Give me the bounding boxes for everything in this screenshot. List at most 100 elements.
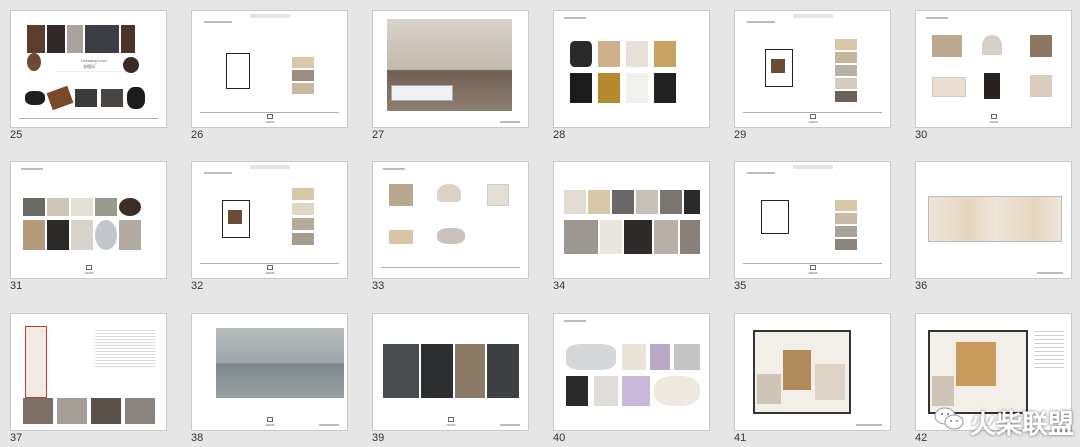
slide-thumbnail-41[interactable] [734,313,891,431]
decor-image [680,220,700,254]
material-swatch [292,70,314,81]
slide-thumbnail-30[interactable]: HACO [915,10,1072,128]
watermark-text: 火柴联盟 [969,410,1074,440]
decor-image [564,220,598,254]
thumbnail-number: 27 [372,129,385,141]
slide-thumbnail-29[interactable]: HACO [734,10,891,128]
footer-rule [743,263,882,264]
slide-thumbnail-34[interactable] [553,161,710,279]
thumbnail-number: 38 [191,432,204,444]
thumbnail-number: 30 [915,129,928,141]
bed-symbol [771,59,785,73]
product-image [598,41,620,67]
slide-thumbnail-37[interactable] [10,313,167,431]
slide-thumbnail-36[interactable] [915,161,1072,279]
legend-table [1034,328,1064,368]
decor-image [47,198,69,216]
wardrobe-elevation [25,326,47,398]
decor-image [119,220,141,250]
product-image [626,41,648,67]
appliance-photo [421,344,453,398]
detail-photo [57,398,87,424]
accessory-image [85,25,119,53]
material-swatch [835,78,857,89]
slide-thumbnail-35[interactable]: HACO [734,161,891,279]
appliance-photo [455,344,485,398]
decor-image [600,220,622,254]
product-image [570,41,592,67]
floor-area-wood [783,350,811,390]
product-image [598,73,620,103]
slide-thumbnail-33[interactable] [372,161,529,279]
decor-image [95,220,117,250]
haco-logo: HACO [446,417,456,427]
decor-image [654,220,678,254]
haco-logo: HACO [265,265,275,275]
decor-image [612,190,634,214]
decor-image [684,190,700,214]
haco-logo: HACO [265,417,275,427]
cookware-image [674,344,700,370]
thumbnail-number: 37 [10,432,23,444]
footer-rule [743,112,882,113]
lamp-image [437,184,461,202]
slide-thumbnail-40[interactable] [553,313,710,431]
floor-area-wood [956,342,996,386]
slide-thumbnail-31[interactable]: HACO [10,161,167,279]
thumbnail-number: 34 [553,280,566,292]
flower-image [650,344,670,370]
render-caption [500,424,520,426]
plan-caption [856,424,882,426]
slide-thumbnail-28[interactable] [553,10,710,128]
thumbnail-number: 32 [191,280,204,292]
slide-heading [747,172,775,174]
slide-header [21,168,43,170]
render-caption [500,121,520,123]
accessory-image [67,25,83,53]
haco-logo: HACO [265,114,275,124]
slide-title-en: Dressing room [81,58,108,63]
thumbnail-number: 25 [10,129,23,141]
detail-photo [91,398,121,424]
elevation-drawing [928,196,1062,242]
slide-thumbnail-32[interactable]: HACO [191,161,348,279]
material-swatch [292,203,314,215]
watermark: 火柴联盟 [934,404,1074,441]
appliance-photo [383,344,419,398]
decor-image [71,198,93,216]
furniture-image [389,184,413,206]
slide-title-cn: 衣帽间 [83,64,95,69]
footer-rule [200,263,339,264]
product-image [654,73,676,103]
accessory-image [121,25,135,53]
appliance-photo [487,344,519,398]
slide-thumbnail-39[interactable]: HACO [372,313,529,431]
material-swatch [835,52,857,63]
header-bar [250,165,290,169]
slide-thumbnail-25[interactable]: Dressing room 衣帽间 [10,10,167,128]
slide-heading [747,21,775,23]
furniture-image [932,35,962,57]
footer-rule [381,267,520,268]
haco-logo: HACO [989,114,999,124]
haco-logo: HACO [808,114,818,124]
slide-header [564,320,586,322]
knife-block-image [566,376,588,406]
decor-image [23,220,45,250]
decor-image [660,190,682,214]
slide-thumbnail-26[interactable]: HACO [191,10,348,128]
slide-thumbnail-27[interactable] [372,10,529,128]
thumbnail-number: 31 [10,280,23,292]
accessory-image [25,91,45,105]
thumbnail-number: 36 [915,280,928,292]
decor-image [624,220,652,254]
lamp-image [984,73,1000,99]
header-bar [793,165,833,169]
decor-image [588,190,610,214]
thumbnail-number: 39 [372,432,385,444]
furniture-image [932,77,966,97]
thumbnail-number: 35 [734,280,747,292]
slide-thumbnail-38[interactable]: HACO [191,313,348,431]
furniture-image [982,35,1002,55]
material-swatch [835,226,857,237]
